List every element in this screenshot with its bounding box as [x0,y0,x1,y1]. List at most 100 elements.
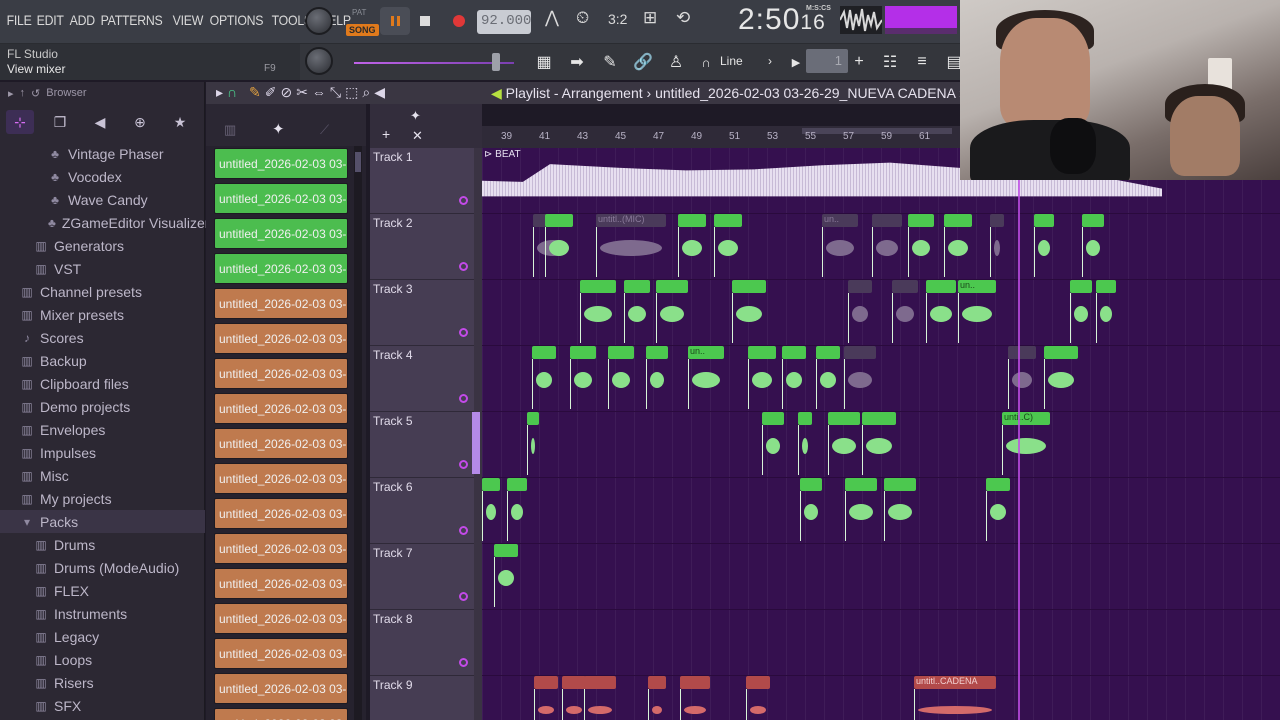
browser-item[interactable]: ▥ Instruments [0,602,205,625]
clip-title-bar[interactable]: un.. [958,280,996,293]
audio-clip[interactable] [482,478,500,542]
menu-view[interactable]: VIEW [170,12,206,28]
plugin-picker-icon[interactable]: ✎ [596,50,624,74]
clip-title-bar[interactable] [527,412,539,425]
browser-item[interactable]: ▥ Legacy [0,625,205,648]
browser-item[interactable]: ▥ My projects [0,487,205,510]
browser-item[interactable]: ▥ Channel presets [0,280,205,303]
picker-clip[interactable]: untitled_2026-02-03 03-... [214,253,348,284]
clip-title-bar[interactable] [545,214,573,227]
picker-clip[interactable]: untitled_2026-02-03 03-... [214,638,348,669]
typing-keyboard-icon[interactable]: ⊞ [643,8,657,28]
clip-title-bar[interactable]: untitl..CADENA [914,676,996,689]
browser-item[interactable]: ▥ Drums (ModeAudio) [0,556,205,579]
up-icon[interactable]: ↑ [20,87,26,99]
browser-item[interactable]: ♣ ZGameEditor Visualizer [0,211,209,234]
audio-clip[interactable] [872,214,902,278]
select-icon[interactable]: ⬚ [345,84,362,100]
track-enable-icon[interactable] [459,658,468,667]
magnet-snap-icon[interactable]: ∩ [227,84,241,100]
clip-title-bar[interactable] [944,214,972,227]
link-icon[interactable]: 🔗 [629,50,657,74]
audio-clip[interactable] [986,478,1010,542]
audio-clip-icon[interactable]: ✦ [272,120,285,138]
menu-options[interactable]: OPTIONS [207,12,266,28]
browser-item[interactable]: ▥ Generators [0,234,205,257]
clip-title-bar[interactable] [848,280,872,293]
audio-clip[interactable] [862,412,896,476]
track-enable-icon[interactable] [459,394,468,403]
audio-clip[interactable] [1044,346,1078,410]
speaker-tab-icon[interactable]: ◀ [86,110,114,134]
audio-clip[interactable] [570,346,596,410]
clip-title-bar[interactable] [816,346,840,359]
audio-clip[interactable] [884,478,916,542]
track-enable-icon[interactable] [459,592,468,601]
clip-title-bar[interactable] [534,676,558,689]
pencil-icon[interactable]: ✎ [249,84,265,100]
picker-clip[interactable]: untitled_2026-02-03 03-... [214,533,348,564]
speaker-icon[interactable]: ◀ [374,84,389,100]
clip-title-bar[interactable] [762,412,784,425]
clip-title-bar[interactable]: un.. [822,214,858,227]
clip-title-bar[interactable] [926,280,956,293]
track-header[interactable]: Track 7 [370,544,474,610]
audio-clip[interactable] [608,346,634,410]
audio-clip[interactable] [892,280,918,344]
clip-title-bar[interactable] [892,280,918,293]
master-volume-slider[interactable] [354,62,514,64]
tempo-display[interactable]: 92.000 [477,10,531,34]
back-icon[interactable]: ↺ [31,87,40,100]
stop-button[interactable] [410,7,440,35]
audio-clip[interactable] [532,346,556,410]
snap-selector[interactable]: Line › [716,51,776,71]
slice-icon[interactable]: ⤡ [330,84,345,100]
picker-scrollbar[interactable] [354,146,362,720]
audio-clip[interactable] [926,280,956,344]
browser-item[interactable]: ▥ Envelopes [0,418,205,441]
clip-title-bar[interactable] [494,544,518,557]
clip-title-bar[interactable] [732,280,766,293]
wave-lane-icon[interactable]: ✦ [410,108,421,124]
record-button[interactable] [444,7,474,35]
picker-clip[interactable]: untitled_2026-02-03 03-... [214,498,348,529]
play-arrow-icon[interactable]: ▸ [216,84,227,100]
clip-title-bar[interactable] [746,676,770,689]
audio-clip[interactable] [714,214,742,278]
clip-title-bar[interactable] [908,214,934,227]
clip-title-bar[interactable] [1082,214,1104,227]
browser-item[interactable]: ▥ Impulses [0,441,205,464]
track-header[interactable]: Track 6 [370,478,474,544]
clip-title-bar[interactable]: untitl..(MIC) [596,214,666,227]
audio-clip[interactable] [816,346,840,410]
track-header[interactable]: Track 1 [370,148,474,214]
pause-button[interactable] [380,7,410,35]
picker-clip[interactable]: untitled_2026-02-03 03-... [214,183,348,214]
clip-title-bar[interactable] [1044,346,1078,359]
playlist-arrow-icon[interactable]: ◀ [491,85,502,101]
track-header[interactable]: Track 4 [370,346,474,412]
audio-clip[interactable] [732,280,766,344]
picker-clip[interactable]: untitled_2026-02-03 03-... [214,428,348,459]
audio-clip[interactable] [680,676,710,720]
picker-clip[interactable]: untitled_2026-02-03 03-... [214,148,348,179]
audio-clip[interactable] [798,412,812,476]
track-header[interactable]: Track 5 [370,412,474,478]
plugin-tab-icon[interactable]: ⊕ [126,110,154,134]
clip-title-bar[interactable] [624,280,650,293]
browser-item[interactable]: ♣ Vocodex [0,165,205,188]
browser-item[interactable]: ♣ Wave Candy [0,188,205,211]
clip-title-bar[interactable] [646,346,668,359]
browser-item[interactable]: ▥ SFX [0,694,205,717]
clip-title-bar[interactable] [884,478,916,491]
clip-title-bar[interactable] [1008,346,1036,359]
audio-clip[interactable] [844,346,876,410]
audio-clip[interactable] [746,676,770,720]
clip-title-bar[interactable] [507,478,527,491]
all-tab-icon[interactable]: ⊹ [6,110,34,134]
arrow-right-icon[interactable]: ➡ [563,50,591,74]
clip-title-bar[interactable] [872,214,902,227]
track-enable-icon[interactable] [459,460,468,469]
clip-title-bar[interactable] [828,412,860,425]
clip-title-bar[interactable] [648,676,666,689]
